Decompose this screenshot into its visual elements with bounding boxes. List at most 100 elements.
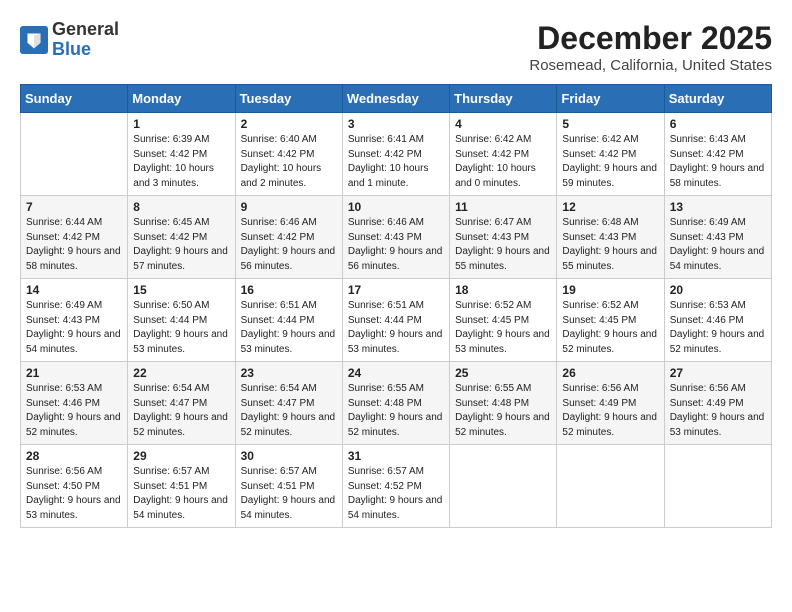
calendar-cell: 15 Sunrise: 6:50 AM Sunset: 4:44 PM Dayl…	[128, 279, 235, 362]
calendar-cell	[450, 445, 557, 528]
calendar-cell	[21, 113, 128, 196]
sunrise-text: Sunrise: 6:47 AM	[455, 217, 531, 228]
day-info: Sunrise: 6:57 AM Sunset: 4:52 PM Dayligh…	[348, 465, 444, 523]
sunrise-text: Sunrise: 6:55 AM	[348, 383, 424, 394]
day-info: Sunrise: 6:56 AM Sunset: 4:49 PM Dayligh…	[562, 382, 658, 440]
day-info: Sunrise: 6:47 AM Sunset: 4:43 PM Dayligh…	[455, 216, 551, 274]
day-info: Sunrise: 6:54 AM Sunset: 4:47 PM Dayligh…	[241, 382, 337, 440]
daylight-text: Daylight: 9 hours and 58 minutes.	[26, 246, 121, 272]
sunset-text: Sunset: 4:44 PM	[348, 315, 422, 326]
day-info: Sunrise: 6:48 AM Sunset: 4:43 PM Dayligh…	[562, 216, 658, 274]
day-number: 29	[133, 449, 229, 463]
calendar-cell: 2 Sunrise: 6:40 AM Sunset: 4:42 PM Dayli…	[235, 113, 342, 196]
sunrise-text: Sunrise: 6:42 AM	[455, 134, 531, 145]
day-info: Sunrise: 6:46 AM Sunset: 4:42 PM Dayligh…	[241, 216, 337, 274]
calendar-table: SundayMondayTuesdayWednesdayThursdayFrid…	[20, 84, 772, 528]
sunrise-text: Sunrise: 6:42 AM	[562, 134, 638, 145]
day-number: 4	[455, 117, 551, 131]
calendar-week-row: 28 Sunrise: 6:56 AM Sunset: 4:50 PM Dayl…	[21, 445, 772, 528]
day-info: Sunrise: 6:56 AM Sunset: 4:49 PM Dayligh…	[670, 382, 766, 440]
logo-text: General Blue	[52, 20, 119, 60]
calendar-cell: 29 Sunrise: 6:57 AM Sunset: 4:51 PM Dayl…	[128, 445, 235, 528]
calendar-cell	[664, 445, 771, 528]
day-number: 20	[670, 283, 766, 297]
sunset-text: Sunset: 4:50 PM	[26, 481, 100, 492]
sunrise-text: Sunrise: 6:53 AM	[26, 383, 102, 394]
daylight-text: Daylight: 9 hours and 59 minutes.	[562, 163, 657, 189]
day-number: 18	[455, 283, 551, 297]
day-number: 6	[670, 117, 766, 131]
sunrise-text: Sunrise: 6:46 AM	[241, 217, 317, 228]
day-number: 17	[348, 283, 444, 297]
day-number: 3	[348, 117, 444, 131]
sunset-text: Sunset: 4:51 PM	[133, 481, 207, 492]
day-info: Sunrise: 6:51 AM Sunset: 4:44 PM Dayligh…	[348, 299, 444, 357]
sunrise-text: Sunrise: 6:50 AM	[133, 300, 209, 311]
daylight-text: Daylight: 9 hours and 55 minutes.	[455, 246, 550, 272]
daylight-text: Daylight: 9 hours and 54 minutes.	[241, 495, 336, 521]
daylight-text: Daylight: 9 hours and 52 minutes.	[562, 329, 657, 355]
sunset-text: Sunset: 4:49 PM	[670, 398, 744, 409]
title-block: December 2025 Rosemead, California, Unit…	[529, 20, 772, 74]
calendar-cell: 25 Sunrise: 6:55 AM Sunset: 4:48 PM Dayl…	[450, 362, 557, 445]
day-info: Sunrise: 6:55 AM Sunset: 4:48 PM Dayligh…	[348, 382, 444, 440]
day-number: 25	[455, 366, 551, 380]
logo-line1: General	[52, 20, 119, 40]
sunset-text: Sunset: 4:42 PM	[26, 232, 100, 243]
day-number: 5	[562, 117, 658, 131]
daylight-text: Daylight: 9 hours and 56 minutes.	[348, 246, 443, 272]
day-info: Sunrise: 6:54 AM Sunset: 4:47 PM Dayligh…	[133, 382, 229, 440]
calendar-cell: 8 Sunrise: 6:45 AM Sunset: 4:42 PM Dayli…	[128, 196, 235, 279]
day-number: 14	[26, 283, 122, 297]
day-info: Sunrise: 6:42 AM Sunset: 4:42 PM Dayligh…	[455, 133, 551, 191]
page-header: General Blue December 2025 Rosemead, Cal…	[20, 20, 772, 74]
sunrise-text: Sunrise: 6:44 AM	[26, 217, 102, 228]
day-number: 31	[348, 449, 444, 463]
sunrise-text: Sunrise: 6:54 AM	[133, 383, 209, 394]
calendar-week-row: 1 Sunrise: 6:39 AM Sunset: 4:42 PM Dayli…	[21, 113, 772, 196]
sunset-text: Sunset: 4:45 PM	[455, 315, 529, 326]
day-info: Sunrise: 6:56 AM Sunset: 4:50 PM Dayligh…	[26, 465, 122, 523]
sunrise-text: Sunrise: 6:52 AM	[562, 300, 638, 311]
sunset-text: Sunset: 4:46 PM	[670, 315, 744, 326]
logo-icon	[20, 26, 48, 54]
day-number: 30	[241, 449, 337, 463]
calendar-cell: 26 Sunrise: 6:56 AM Sunset: 4:49 PM Dayl…	[557, 362, 664, 445]
sunset-text: Sunset: 4:47 PM	[133, 398, 207, 409]
sunrise-text: Sunrise: 6:56 AM	[562, 383, 638, 394]
calendar-cell: 4 Sunrise: 6:42 AM Sunset: 4:42 PM Dayli…	[450, 113, 557, 196]
day-info: Sunrise: 6:42 AM Sunset: 4:42 PM Dayligh…	[562, 133, 658, 191]
daylight-text: Daylight: 9 hours and 52 minutes.	[241, 412, 336, 438]
calendar-cell: 20 Sunrise: 6:53 AM Sunset: 4:46 PM Dayl…	[664, 279, 771, 362]
calendar-cell: 9 Sunrise: 6:46 AM Sunset: 4:42 PM Dayli…	[235, 196, 342, 279]
sunset-text: Sunset: 4:43 PM	[562, 232, 636, 243]
day-number: 13	[670, 200, 766, 214]
day-info: Sunrise: 6:53 AM Sunset: 4:46 PM Dayligh…	[670, 299, 766, 357]
day-info: Sunrise: 6:39 AM Sunset: 4:42 PM Dayligh…	[133, 133, 229, 191]
sunrise-text: Sunrise: 6:55 AM	[455, 383, 531, 394]
day-number: 11	[455, 200, 551, 214]
day-number: 26	[562, 366, 658, 380]
sunset-text: Sunset: 4:49 PM	[562, 398, 636, 409]
sunrise-text: Sunrise: 6:49 AM	[670, 217, 746, 228]
daylight-text: Daylight: 9 hours and 55 minutes.	[562, 246, 657, 272]
calendar-cell: 21 Sunrise: 6:53 AM Sunset: 4:46 PM Dayl…	[21, 362, 128, 445]
sunset-text: Sunset: 4:42 PM	[562, 149, 636, 160]
daylight-text: Daylight: 9 hours and 53 minutes.	[670, 412, 765, 438]
daylight-text: Daylight: 9 hours and 52 minutes.	[455, 412, 550, 438]
sunset-text: Sunset: 4:42 PM	[241, 149, 315, 160]
day-info: Sunrise: 6:44 AM Sunset: 4:42 PM Dayligh…	[26, 216, 122, 274]
day-info: Sunrise: 6:41 AM Sunset: 4:42 PM Dayligh…	[348, 133, 444, 191]
day-info: Sunrise: 6:52 AM Sunset: 4:45 PM Dayligh…	[455, 299, 551, 357]
sunrise-text: Sunrise: 6:45 AM	[133, 217, 209, 228]
daylight-text: Daylight: 9 hours and 56 minutes.	[241, 246, 336, 272]
sunrise-text: Sunrise: 6:51 AM	[241, 300, 317, 311]
daylight-text: Daylight: 10 hours and 1 minute.	[348, 163, 429, 189]
day-of-week-header: Thursday	[450, 85, 557, 113]
sunset-text: Sunset: 4:43 PM	[670, 232, 744, 243]
sunset-text: Sunset: 4:42 PM	[133, 232, 207, 243]
calendar-cell: 11 Sunrise: 6:47 AM Sunset: 4:43 PM Dayl…	[450, 196, 557, 279]
calendar-week-row: 14 Sunrise: 6:49 AM Sunset: 4:43 PM Dayl…	[21, 279, 772, 362]
sunset-text: Sunset: 4:44 PM	[133, 315, 207, 326]
day-number: 1	[133, 117, 229, 131]
